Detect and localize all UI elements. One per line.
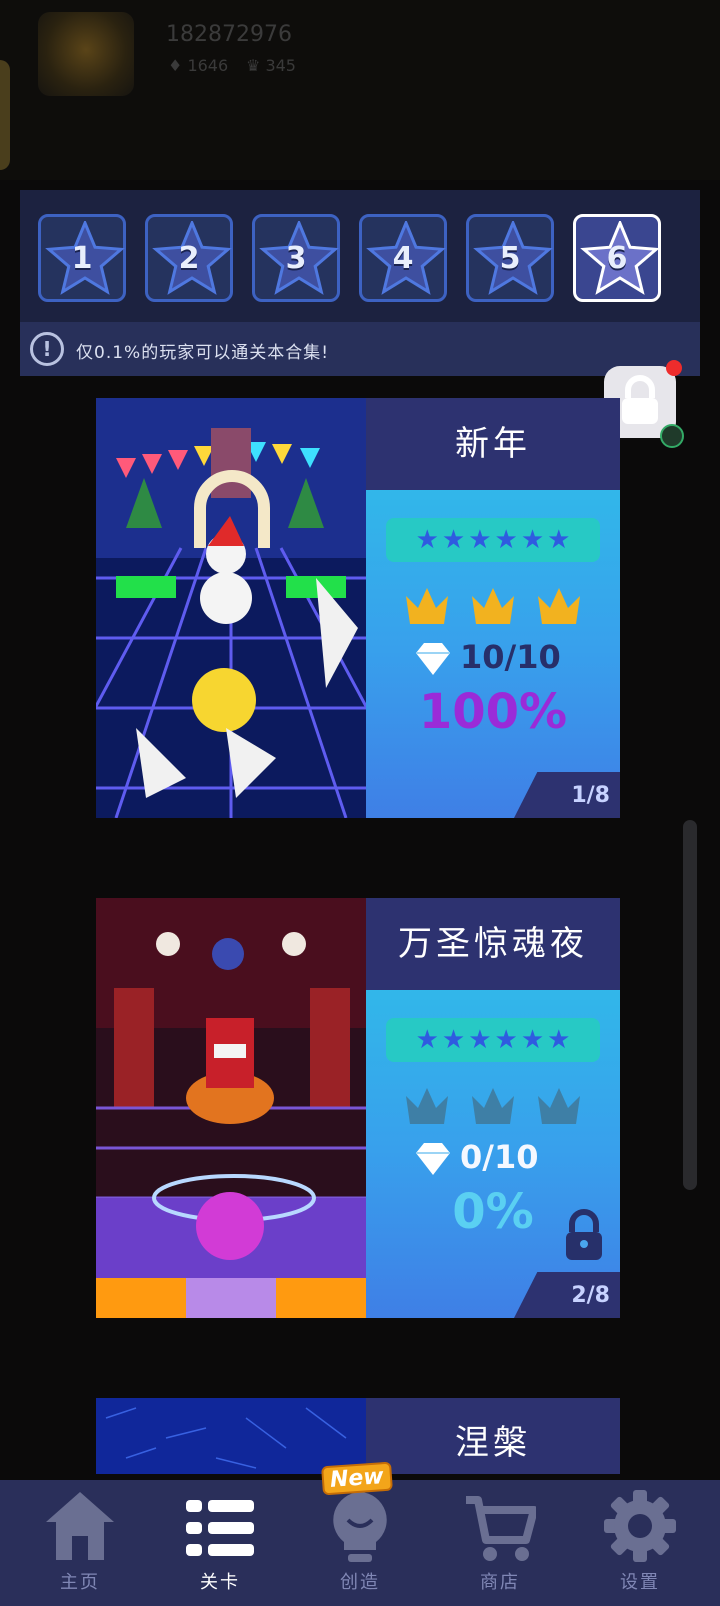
crowns-row [402, 1080, 584, 1136]
star-tab-3[interactable]: 3 [252, 214, 340, 302]
cart-icon [466, 1496, 536, 1561]
lightbulb-icon [333, 1492, 387, 1562]
star-tab-number: 6 [606, 240, 628, 276]
gem-count: ♦ 1646 [168, 56, 229, 75]
nav-label: 创造 [340, 1572, 380, 1593]
level-title: 万圣惊魂夜 [366, 898, 620, 990]
player-id: 182872976 [166, 22, 292, 47]
star-rating: ★ ★ ★ ★ ★ ★ [386, 518, 600, 562]
star-icon: ★ [415, 525, 439, 555]
completion-percent: 100% [418, 684, 568, 740]
crown-count: ♛ 345 [246, 56, 296, 75]
diamond-icon: ♦ [168, 56, 183, 75]
level-artwork [96, 1398, 366, 1474]
level-card[interactable]: 新年 ★ ★ ★ ★ ★ ★ 10/10 100% 1/8 [96, 398, 620, 818]
diamond-icon [416, 643, 450, 675]
nav-home[interactable]: 主页 [8, 1480, 152, 1606]
wechat-icon [660, 424, 684, 448]
star-icon: ★ [468, 525, 492, 555]
diamond-icon [416, 1143, 450, 1175]
crown-icon [406, 1088, 448, 1124]
page-indicator: 1/8 [514, 772, 620, 818]
level-artwork [96, 898, 366, 1318]
star-tab-number: 3 [285, 240, 307, 276]
level-title: 新年 [366, 398, 620, 490]
nav-settings[interactable]: 设置 [568, 1480, 712, 1606]
star-tab-6[interactable]: 6 [573, 214, 661, 302]
scrollbar[interactable] [683, 820, 697, 1190]
info-icon: ! [30, 332, 64, 366]
star-icon: ★ [494, 525, 518, 555]
lock-icon [566, 1209, 602, 1260]
crowns-row [402, 580, 584, 636]
avatar[interactable] [38, 12, 134, 96]
nav-shop[interactable]: 商店 [428, 1480, 572, 1606]
nav-label: 主页 [60, 1572, 100, 1593]
star-icon: ★ [441, 525, 466, 555]
crown-icon [538, 588, 580, 624]
crown-icon: ♛ [246, 56, 261, 75]
star-icon: ★ [415, 1025, 439, 1055]
side-tab [0, 60, 10, 170]
gem-progress: 10/10 [414, 638, 561, 677]
new-badge: New [321, 1461, 393, 1496]
list-icon [186, 1500, 254, 1556]
star-tab-5[interactable]: 5 [466, 214, 554, 302]
star-rating: ★ ★ ★ ★ ★ ★ [386, 1018, 600, 1062]
nav-create[interactable]: 创造 [288, 1480, 432, 1606]
star-icon: ★ [494, 1025, 518, 1055]
home-icon [46, 1492, 114, 1560]
gem-progress: 0/10 [414, 1138, 538, 1177]
level-card[interactable]: 万圣惊魂夜 ★ ★ ★ ★ ★ ★ 0/10 0% 2/8 [96, 898, 620, 1318]
star-icon: ★ [468, 1025, 492, 1055]
star-tab-number: 2 [178, 240, 200, 276]
crown-icon [538, 1088, 580, 1124]
notice-text: 仅0.1%的玩家可以通关本合集! [76, 343, 330, 363]
gear-icon [604, 1490, 676, 1562]
level-info: 新年 ★ ★ ★ ★ ★ ★ 10/10 100% 1/8 [366, 398, 620, 818]
star-icon: ★ [520, 1025, 545, 1055]
level-info: 万圣惊魂夜 ★ ★ ★ ★ ★ ★ 0/10 0% 2/8 [366, 898, 620, 1318]
star-tab-2[interactable]: 2 [145, 214, 233, 302]
nav-label: 设置 [620, 1572, 660, 1593]
crown-icon [472, 1088, 514, 1124]
star-icon: ★ [520, 525, 545, 555]
star-tab-number: 5 [499, 240, 521, 276]
star-icon: ★ [547, 1025, 571, 1055]
star-tab-1[interactable]: 1 [38, 214, 126, 302]
crown-icon [406, 588, 448, 624]
nav-levels[interactable]: 关卡 [148, 1480, 292, 1606]
crown-icon [472, 588, 514, 624]
notification-dot [666, 360, 682, 376]
star-tab-number: 1 [71, 240, 93, 276]
nav-label: 商店 [480, 1572, 520, 1593]
page-indicator: 2/8 [514, 1272, 620, 1318]
level-card[interactable]: 涅槃 [96, 1398, 620, 1474]
level-title: 涅槃 [366, 1398, 620, 1474]
star-tab-4[interactable]: 4 [359, 214, 447, 302]
star-icon: ★ [547, 525, 571, 555]
nav-label: 关卡 [200, 1572, 240, 1593]
level-artwork [96, 398, 366, 818]
star-tab-number: 4 [392, 240, 414, 276]
star-icon: ★ [441, 1025, 466, 1055]
